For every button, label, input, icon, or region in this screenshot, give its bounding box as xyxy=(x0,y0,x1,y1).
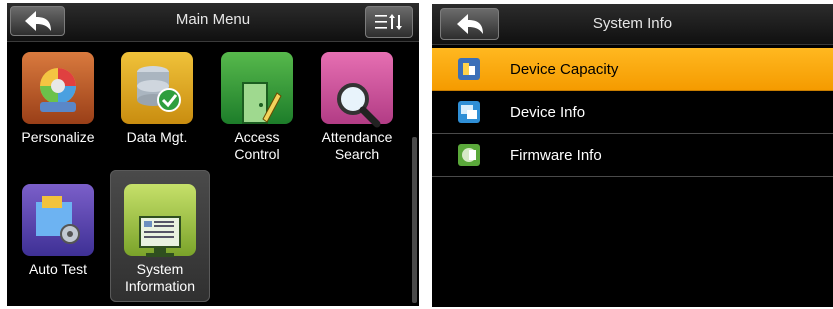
main-menu-screen: Main Menu Personalize Data Mgt. Access C… xyxy=(7,3,419,306)
device-info-icon xyxy=(458,101,480,123)
scrollbar[interactable] xyxy=(412,137,417,303)
menu-tile-attendance-search[interactable]: Attendance Search xyxy=(307,52,407,182)
back-arrow-icon xyxy=(456,14,483,34)
tile-label: Auto Test xyxy=(28,261,88,277)
magnifier-icon xyxy=(321,52,393,128)
main-menu-titlebar: Main Menu xyxy=(7,3,419,42)
personalize-icon xyxy=(22,52,94,124)
firmware-info-icon xyxy=(458,144,480,166)
auto-test-icon xyxy=(22,184,94,256)
list-item-firmware-info[interactable]: Firmware Info xyxy=(432,134,833,177)
menu-tile-access-control[interactable]: Access Control xyxy=(207,52,307,182)
back-arrow-icon xyxy=(24,11,51,31)
menu-tile-data-mgt[interactable]: Data Mgt. xyxy=(107,52,207,182)
database-check-icon xyxy=(121,52,193,124)
back-button[interactable] xyxy=(440,8,499,40)
tile-label: Personalize xyxy=(21,129,95,145)
list-item-label: Device Capacity xyxy=(510,61,619,78)
access-control-icon xyxy=(221,52,293,124)
system-info-titlebar: System Info xyxy=(432,4,833,45)
menu-tile-system-information[interactable]: System Information xyxy=(110,170,210,302)
menu-tile-auto-test[interactable]: Auto Test xyxy=(8,184,108,306)
main-menu-title: Main Menu xyxy=(175,11,251,28)
system-info-screen: System Info Device Capacity Device Info … xyxy=(432,4,833,307)
device-capacity-icon xyxy=(458,58,480,80)
list-item-device-info[interactable]: Device Info xyxy=(432,91,833,134)
tile-label: System Information xyxy=(124,261,196,294)
list-item-device-capacity[interactable]: Device Capacity xyxy=(432,48,833,91)
tile-label: Access Control xyxy=(234,129,280,162)
system-information-icon xyxy=(124,184,196,257)
list-item-label: Device Info xyxy=(510,104,586,121)
sort-order-icon xyxy=(375,14,402,30)
system-info-title: System Info xyxy=(592,15,673,32)
back-button[interactable] xyxy=(10,6,65,36)
sort-button[interactable] xyxy=(365,6,413,38)
menu-tile-personalize[interactable]: Personalize xyxy=(8,52,108,182)
tile-label: Data Mgt. xyxy=(126,129,188,145)
tile-label: Attendance Search xyxy=(321,129,393,162)
list-item-label: Firmware Info xyxy=(510,147,602,164)
